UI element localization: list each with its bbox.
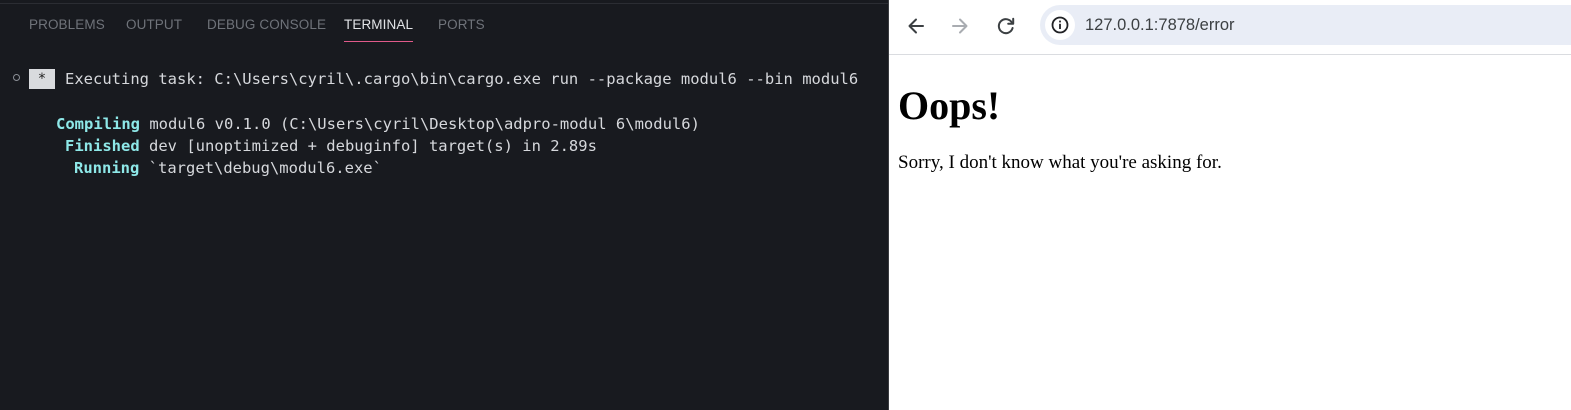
cargo-line-text: modul6 v0.1.0 (C:\Users\cyril\Desktop\ad… (140, 115, 700, 133)
tab-terminal[interactable]: TERMINAL (344, 17, 414, 42)
task-status-circle-icon (13, 74, 20, 81)
page-content: Oops! Sorry, I don't know what you're as… (898, 84, 1222, 174)
site-info-button[interactable] (1045, 10, 1075, 40)
cargo-output-line: Finished dev [unoptimized + debuginfo] t… (65, 136, 597, 156)
reload-button[interactable] (990, 10, 1022, 42)
window-divider (888, 0, 889, 410)
address-bar[interactable]: 127.0.0.1:7878/error (1040, 5, 1571, 45)
vscode-panel: PROBLEMS OUTPUT DEBUG CONSOLE TERMINAL P… (0, 0, 888, 410)
tab-problems[interactable]: PROBLEMS (29, 17, 105, 32)
arrow-left-icon (908, 18, 924, 34)
task-badge: * (29, 69, 55, 89)
tab-ports[interactable]: PORTS (438, 17, 485, 32)
terminal-output[interactable]: * Executing task: C:\Users\cyril\.cargo\… (0, 60, 888, 410)
tab-debug-console[interactable]: DEBUG CONSOLE (207, 17, 326, 32)
cargo-output-line: Compiling modul6 v0.1.0 (C:\Users\cyril\… (56, 114, 700, 134)
browser-window: 127.0.0.1:7878/error Oops! Sorry, I don'… (888, 0, 1571, 410)
tab-output[interactable]: OUTPUT (126, 17, 182, 32)
panel-tabs: PROBLEMS OUTPUT DEBUG CONSOLE TERMINAL P… (0, 0, 888, 44)
cargo-keyword: Finished (65, 137, 140, 155)
cargo-line-text: dev [unoptimized + debuginfo] target(s) … (139, 137, 597, 155)
cargo-output-line: Running `target\debug\modul6.exe` (74, 158, 382, 178)
page-message: Sorry, I don't know what you're asking f… (898, 152, 1222, 173)
back-button[interactable] (900, 10, 932, 42)
tab-terminal-label: TERMINAL (344, 17, 414, 32)
cargo-keyword: Compiling (56, 115, 140, 133)
browser-toolbar: 127.0.0.1:7878/error (888, 0, 1571, 55)
cargo-keyword: Running (74, 159, 140, 177)
task-command-line: Executing task: C:\Users\cyril\.cargo\bi… (65, 70, 859, 88)
cargo-line-text: `target\debug\modul6.exe` (139, 159, 382, 177)
url-text[interactable]: 127.0.0.1:7878/error (1085, 16, 1235, 35)
page-heading: Oops! (898, 83, 1001, 128)
arrow-right-icon (952, 18, 968, 34)
forward-button[interactable] (944, 10, 976, 42)
active-tab-indicator (344, 41, 414, 42)
reload-icon (997, 17, 1015, 35)
info-icon (1051, 16, 1069, 34)
